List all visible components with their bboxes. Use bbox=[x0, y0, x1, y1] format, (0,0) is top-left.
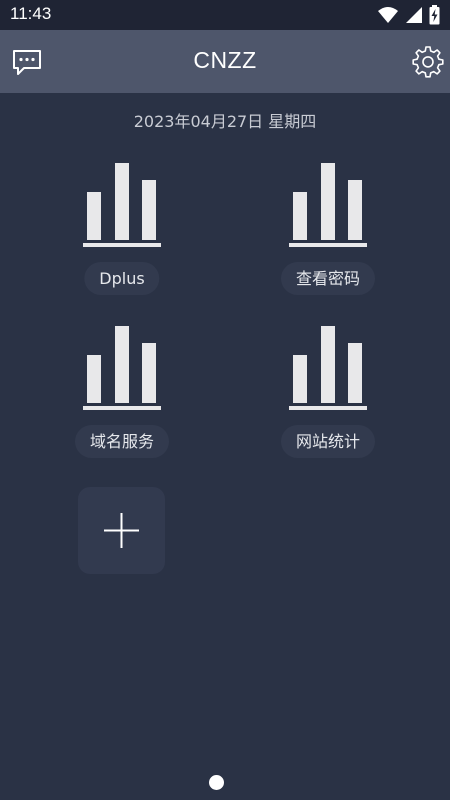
tile-view-password[interactable]: 查看密码 bbox=[253, 162, 403, 297]
status-bar: 11:43 bbox=[0, 0, 450, 30]
bar-chart-icon bbox=[83, 326, 161, 410]
bar-chart-icon bbox=[289, 163, 367, 247]
page-title: CNZZ bbox=[193, 47, 257, 73]
app-header: CNZZ bbox=[0, 30, 450, 93]
battery-charging-icon bbox=[429, 5, 440, 25]
date-label: 2023年04月27日 星期四 bbox=[133, 112, 317, 131]
tile-label: 查看密码 bbox=[280, 262, 376, 295]
add-button[interactable] bbox=[78, 487, 165, 574]
plus-icon bbox=[104, 513, 139, 548]
cellular-signal-icon bbox=[406, 7, 422, 23]
tile-domain-service[interactable]: 域名服务 bbox=[47, 325, 197, 460]
tile-label: 域名服务 bbox=[74, 425, 170, 458]
bar-chart-icon bbox=[289, 326, 367, 410]
page-indicator-dot bbox=[209, 775, 224, 790]
status-time: 11:43 bbox=[10, 4, 52, 23]
bar-chart-icon bbox=[83, 163, 161, 247]
tile-label: 网站统计 bbox=[280, 425, 376, 458]
tile-label: Dplus bbox=[84, 262, 160, 295]
wifi-icon bbox=[378, 7, 398, 23]
status-icons bbox=[377, 5, 440, 25]
tile-dplus[interactable]: Dplus bbox=[47, 162, 197, 297]
gear-icon[interactable] bbox=[412, 46, 444, 78]
tile-site-statistics[interactable]: 网站统计 bbox=[253, 325, 403, 460]
